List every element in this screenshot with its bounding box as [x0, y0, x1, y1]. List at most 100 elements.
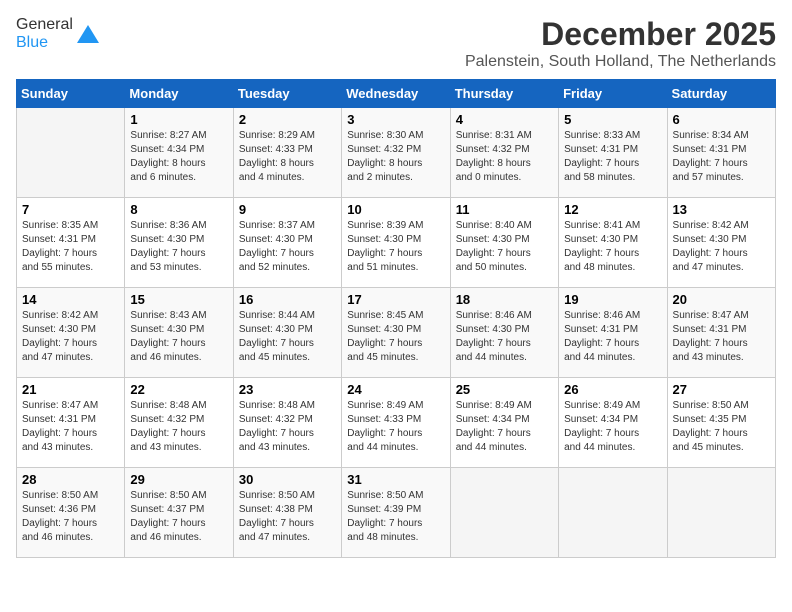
calendar-cell: 3 Sunrise: 8:30 AMSunset: 4:32 PMDaylight…: [342, 108, 450, 198]
calendar-cell: 21 Sunrise: 8:47 AMSunset: 4:31 PMDayligh…: [17, 378, 125, 468]
calendar-cell: 4Sunrise: 8:31 AMSunset: 4:32 PMDaylight…: [450, 108, 558, 198]
calendar-cell: 19 Sunrise: 8:46 AMSunset: 4:31 PMDayligh…: [559, 288, 667, 378]
calendar-header-row: SundayMondayTuesdayWednesdayThursdayFrid…: [17, 80, 776, 108]
day-info: Sunrise: 8:48 AMSunset: 4:32 PMDaylight:…: [239, 399, 336, 455]
day-info: Sunrise: 8:44 AMSunset: 4:30 PMDaylight:…: [239, 309, 336, 365]
calendar-cell: 31 Sunrise: 8:50 AMSunset: 4:39 PMDayligh…: [342, 468, 450, 558]
day-info: Sunrise: 8:27 AMSunset: 4:34 PMDaylight:…: [130, 129, 227, 185]
calendar-cell: 12 Sunrise: 8:41 AMSunset: 4:30 PMDayligh…: [559, 198, 667, 288]
calendar-cell: [450, 468, 558, 558]
day-number: 15: [130, 292, 227, 307]
logo-icon: [77, 23, 99, 45]
calendar-cell: 15 Sunrise: 8:43 AMSunset: 4:30 PMDayligh…: [125, 288, 233, 378]
day-info: Sunrise: 8:46 AMSunset: 4:30 PMDaylight:…: [456, 309, 553, 365]
calendar-cell: 23Sunrise: 8:48 AMSunset: 4:32 PMDayligh…: [233, 378, 341, 468]
day-number: 6: [673, 112, 770, 127]
title-block: December 2025 Palenstein, South Holland,…: [465, 16, 776, 71]
calendar-cell: 18 Sunrise: 8:46 AMSunset: 4:30 PMDayligh…: [450, 288, 558, 378]
month-title: December 2025: [465, 16, 776, 53]
calendar-cell: 1 Sunrise: 8:27 AMSunset: 4:34 PMDaylight…: [125, 108, 233, 198]
day-number: 5: [564, 112, 661, 127]
day-info: Sunrise: 8:29 AMSunset: 4:33 PMDaylight:…: [239, 129, 336, 185]
calendar-cell: 10 Sunrise: 8:39 AMSunset: 4:30 PMDayligh…: [342, 198, 450, 288]
day-number: 19: [564, 292, 661, 307]
day-info: Sunrise: 8:34 AMSunset: 4:31 PMDaylight:…: [673, 129, 770, 185]
calendar-body: 1 Sunrise: 8:27 AMSunset: 4:34 PMDaylight…: [17, 108, 776, 558]
day-number: 12: [564, 202, 661, 217]
day-info: Sunrise: 8:42 AMSunset: 4:30 PMDaylight:…: [22, 309, 119, 365]
day-info: Sunrise: 8:50 AMSunset: 4:35 PMDaylight:…: [673, 399, 770, 455]
day-info: Sunrise: 8:43 AMSunset: 4:30 PMDaylight:…: [130, 309, 227, 365]
calendar-cell: 11 Sunrise: 8:40 AMSunset: 4:30 PMDayligh…: [450, 198, 558, 288]
day-number: 24: [347, 382, 444, 397]
day-info: Sunrise: 8:36 AMSunset: 4:30 PMDaylight:…: [130, 219, 227, 275]
calendar-cell: 24 Sunrise: 8:49 AMSunset: 4:33 PMDayligh…: [342, 378, 450, 468]
day-number: 17: [347, 292, 444, 307]
logo-blue-text: Blue: [16, 34, 48, 51]
calendar-cell: [17, 108, 125, 198]
day-number: 22: [130, 382, 227, 397]
calendar-cell: 28 Sunrise: 8:50 AMSunset: 4:36 PMDayligh…: [17, 468, 125, 558]
day-info: Sunrise: 8:42 AMSunset: 4:30 PMDaylight:…: [673, 219, 770, 275]
day-number: 18: [456, 292, 553, 307]
calendar-week-row: 14Sunrise: 8:42 AMSunset: 4:30 PMDayligh…: [17, 288, 776, 378]
column-header-monday: Monday: [125, 80, 233, 108]
calendar-cell: 2 Sunrise: 8:29 AMSunset: 4:33 PMDaylight…: [233, 108, 341, 198]
day-number: 20: [673, 292, 770, 307]
day-info: Sunrise: 8:50 AMSunset: 4:37 PMDaylight:…: [130, 489, 227, 545]
day-number: 3: [347, 112, 444, 127]
calendar-table: SundayMondayTuesdayWednesdayThursdayFrid…: [16, 79, 776, 558]
calendar-cell: 26Sunrise: 8:49 AMSunset: 4:34 PMDayligh…: [559, 378, 667, 468]
calendar-cell: 25 Sunrise: 8:49 AMSunset: 4:34 PMDayligh…: [450, 378, 558, 468]
calendar-cell: 13Sunrise: 8:42 AMSunset: 4:30 PMDayligh…: [667, 198, 775, 288]
day-number: 8: [130, 202, 227, 217]
day-number: 7: [22, 202, 119, 217]
day-number: 11: [456, 202, 553, 217]
day-number: 27: [673, 382, 770, 397]
calendar-cell: 27 Sunrise: 8:50 AMSunset: 4:35 PMDayligh…: [667, 378, 775, 468]
day-number: 2: [239, 112, 336, 127]
calendar-week-row: 1 Sunrise: 8:27 AMSunset: 4:34 PMDaylight…: [17, 108, 776, 198]
day-number: 16: [239, 292, 336, 307]
day-info: Sunrise: 8:50 AMSunset: 4:36 PMDaylight:…: [22, 489, 119, 545]
day-info: Sunrise: 8:40 AMSunset: 4:30 PMDaylight:…: [456, 219, 553, 275]
day-info: Sunrise: 8:49 AMSunset: 4:33 PMDaylight:…: [347, 399, 444, 455]
logo-general-text: General: [16, 16, 73, 33]
day-number: 9: [239, 202, 336, 217]
day-number: 1: [130, 112, 227, 127]
day-info: Sunrise: 8:49 AMSunset: 4:34 PMDaylight:…: [456, 399, 553, 455]
calendar-week-row: 21 Sunrise: 8:47 AMSunset: 4:31 PMDayligh…: [17, 378, 776, 468]
calendar-cell: 14Sunrise: 8:42 AMSunset: 4:30 PMDayligh…: [17, 288, 125, 378]
calendar-cell: 30Sunrise: 8:50 AMSunset: 4:38 PMDayligh…: [233, 468, 341, 558]
day-info: Sunrise: 8:30 AMSunset: 4:32 PMDaylight:…: [347, 129, 444, 185]
calendar-week-row: 7 Sunrise: 8:35 AMSunset: 4:31 PMDaylight…: [17, 198, 776, 288]
day-info: Sunrise: 8:50 AMSunset: 4:39 PMDaylight:…: [347, 489, 444, 545]
day-number: 31: [347, 472, 444, 487]
day-info: Sunrise: 8:49 AMSunset: 4:34 PMDaylight:…: [564, 399, 661, 455]
calendar-cell: 22 Sunrise: 8:48 AMSunset: 4:32 PMDayligh…: [125, 378, 233, 468]
day-info: Sunrise: 8:47 AMSunset: 4:31 PMDaylight:…: [22, 399, 119, 455]
calendar-cell: 7 Sunrise: 8:35 AMSunset: 4:31 PMDaylight…: [17, 198, 125, 288]
calendar-cell: 8 Sunrise: 8:36 AMSunset: 4:30 PMDaylight…: [125, 198, 233, 288]
calendar-cell: 9Sunrise: 8:37 AMSunset: 4:30 PMDaylight…: [233, 198, 341, 288]
calendar-week-row: 28 Sunrise: 8:50 AMSunset: 4:36 PMDayligh…: [17, 468, 776, 558]
day-info: Sunrise: 8:35 AMSunset: 4:31 PMDaylight:…: [22, 219, 119, 275]
day-info: Sunrise: 8:46 AMSunset: 4:31 PMDaylight:…: [564, 309, 661, 365]
column-header-sunday: Sunday: [17, 80, 125, 108]
day-number: 21: [22, 382, 119, 397]
day-info: Sunrise: 8:41 AMSunset: 4:30 PMDaylight:…: [564, 219, 661, 275]
calendar-cell: 16 Sunrise: 8:44 AMSunset: 4:30 PMDayligh…: [233, 288, 341, 378]
location-title: Palenstein, South Holland, The Netherlan…: [465, 53, 776, 71]
day-info: Sunrise: 8:48 AMSunset: 4:32 PMDaylight:…: [130, 399, 227, 455]
day-info: Sunrise: 8:45 AMSunset: 4:30 PMDaylight:…: [347, 309, 444, 365]
calendar-cell: 29 Sunrise: 8:50 AMSunset: 4:37 PMDayligh…: [125, 468, 233, 558]
day-number: 25: [456, 382, 553, 397]
day-number: 29: [130, 472, 227, 487]
calendar-cell: 20 Sunrise: 8:47 AMSunset: 4:31 PMDayligh…: [667, 288, 775, 378]
day-info: Sunrise: 8:33 AMSunset: 4:31 PMDaylight:…: [564, 129, 661, 185]
day-number: 28: [22, 472, 119, 487]
day-info: Sunrise: 8:39 AMSunset: 4:30 PMDaylight:…: [347, 219, 444, 275]
day-number: 10: [347, 202, 444, 217]
calendar-cell: 6 Sunrise: 8:34 AMSunset: 4:31 PMDaylight…: [667, 108, 775, 198]
day-info: Sunrise: 8:47 AMSunset: 4:31 PMDaylight:…: [673, 309, 770, 365]
